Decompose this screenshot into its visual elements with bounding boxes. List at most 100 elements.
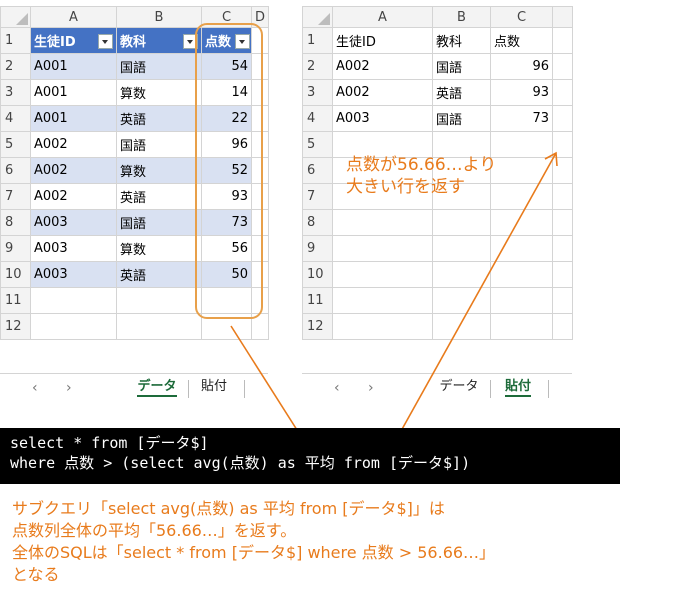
cell[interactable] [432,209,491,236]
cell-subject[interactable]: 算数 [116,235,202,262]
header-cell-subject[interactable]: 教科 [116,27,202,54]
scroll-left-icon[interactable]: ‹ [32,380,38,396]
row-header[interactable]: 11 [0,287,31,314]
cell[interactable] [490,261,553,288]
cell-student-id[interactable]: A002 [332,79,433,106]
cell-subject[interactable]: 算数 [116,157,202,184]
cell-student-id[interactable]: A002 [30,131,117,158]
filter-dropdown-icon[interactable] [98,34,113,49]
row-header[interactable]: 1 [302,27,333,54]
cell[interactable] [552,287,573,314]
tab-data[interactable]: データ [434,374,484,402]
cell-subject[interactable]: 算数 [116,79,202,106]
cell-student-id[interactable]: A001 [30,53,117,80]
cell-header-student-id[interactable]: 生徒ID [332,27,433,54]
cell-score[interactable]: 93 [490,79,553,106]
col-header-c[interactable]: C [490,6,553,28]
scroll-right-icon[interactable]: › [368,380,374,396]
row-header[interactable]: 8 [302,209,333,236]
row-header[interactable]: 10 [0,261,31,288]
cell-subject[interactable]: 英語 [116,105,202,132]
row-header[interactable]: 3 [302,79,333,106]
cell-subject[interactable]: 英語 [432,79,491,106]
cell[interactable] [332,235,433,262]
cell[interactable] [490,287,553,314]
scroll-left-icon[interactable]: ‹ [334,380,340,396]
row-header[interactable]: 9 [302,235,333,262]
cell[interactable] [432,313,491,340]
cell[interactable] [552,27,573,54]
cell[interactable] [30,313,117,340]
cell-subject[interactable]: 英語 [116,261,202,288]
cell[interactable] [552,261,573,288]
select-all-corner[interactable] [302,6,333,28]
cell[interactable] [490,235,553,262]
col-header-b[interactable]: B [432,6,491,28]
cell-subject[interactable]: 国語 [116,53,202,80]
row-header[interactable]: 2 [302,53,333,80]
row-header[interactable]: 2 [0,53,31,80]
header-cell-student-id[interactable]: 生徒ID [30,27,117,54]
tab-paste[interactable]: 貼付 [496,374,540,402]
scroll-right-icon[interactable]: › [66,380,72,396]
row-header[interactable]: 1 [0,27,31,54]
row-header[interactable]: 4 [302,105,333,132]
cell-subject[interactable]: 国語 [116,131,202,158]
cell-student-id[interactable]: A003 [30,209,117,236]
row-header[interactable]: 6 [302,157,333,184]
cell-header-score[interactable]: 点数 [490,27,553,54]
cell[interactable] [332,261,433,288]
cell[interactable] [552,131,573,158]
tab-data[interactable]: データ [132,374,182,402]
row-header[interactable]: 10 [302,261,333,288]
cell[interactable] [432,287,491,314]
cell-subject[interactable]: 国語 [432,53,491,80]
col-header-a[interactable]: A [30,6,117,28]
cell[interactable] [552,183,573,210]
cell[interactable] [552,79,573,106]
cell[interactable] [552,53,573,80]
cell[interactable] [30,287,117,314]
cell-student-id[interactable]: A003 [30,261,117,288]
row-header[interactable]: 11 [302,287,333,314]
col-header-b[interactable]: B [116,6,202,28]
cell[interactable] [552,105,573,132]
cell-student-id[interactable]: A002 [30,157,117,184]
cell-student-id[interactable]: A003 [30,235,117,262]
row-header[interactable]: 4 [0,105,31,132]
row-header[interactable]: 12 [0,313,31,340]
cell[interactable] [432,261,491,288]
cell[interactable] [332,313,433,340]
cell[interactable] [432,235,491,262]
cell[interactable] [552,313,573,340]
row-header[interactable]: 7 [0,183,31,210]
cell[interactable] [116,313,202,340]
row-header[interactable]: 7 [302,183,333,210]
cell-subject[interactable]: 英語 [116,183,202,210]
cell[interactable] [552,209,573,236]
cell[interactable] [490,157,553,184]
tab-paste[interactable]: 貼付 [192,374,236,402]
cell-student-id[interactable]: A002 [332,53,433,80]
cell[interactable] [552,235,573,262]
cell-subject[interactable]: 国語 [432,105,491,132]
cell[interactable] [490,131,553,158]
select-all-corner[interactable] [0,6,31,28]
cell-score[interactable]: 73 [490,105,553,132]
cell-student-id[interactable]: A001 [30,79,117,106]
cell-student-id[interactable]: A001 [30,105,117,132]
cell[interactable] [332,287,433,314]
row-header[interactable]: 8 [0,209,31,236]
row-header[interactable]: 3 [0,79,31,106]
row-header[interactable]: 6 [0,157,31,184]
col-header-a[interactable]: A [332,6,433,28]
row-header[interactable]: 12 [302,313,333,340]
cell[interactable] [490,313,553,340]
cell[interactable] [490,183,553,210]
row-header[interactable]: 5 [0,131,31,158]
cell[interactable] [552,157,573,184]
cell-subject[interactable]: 国語 [116,209,202,236]
cell-student-id[interactable]: A003 [332,105,433,132]
cell-header-subject[interactable]: 教科 [432,27,491,54]
row-header[interactable]: 9 [0,235,31,262]
